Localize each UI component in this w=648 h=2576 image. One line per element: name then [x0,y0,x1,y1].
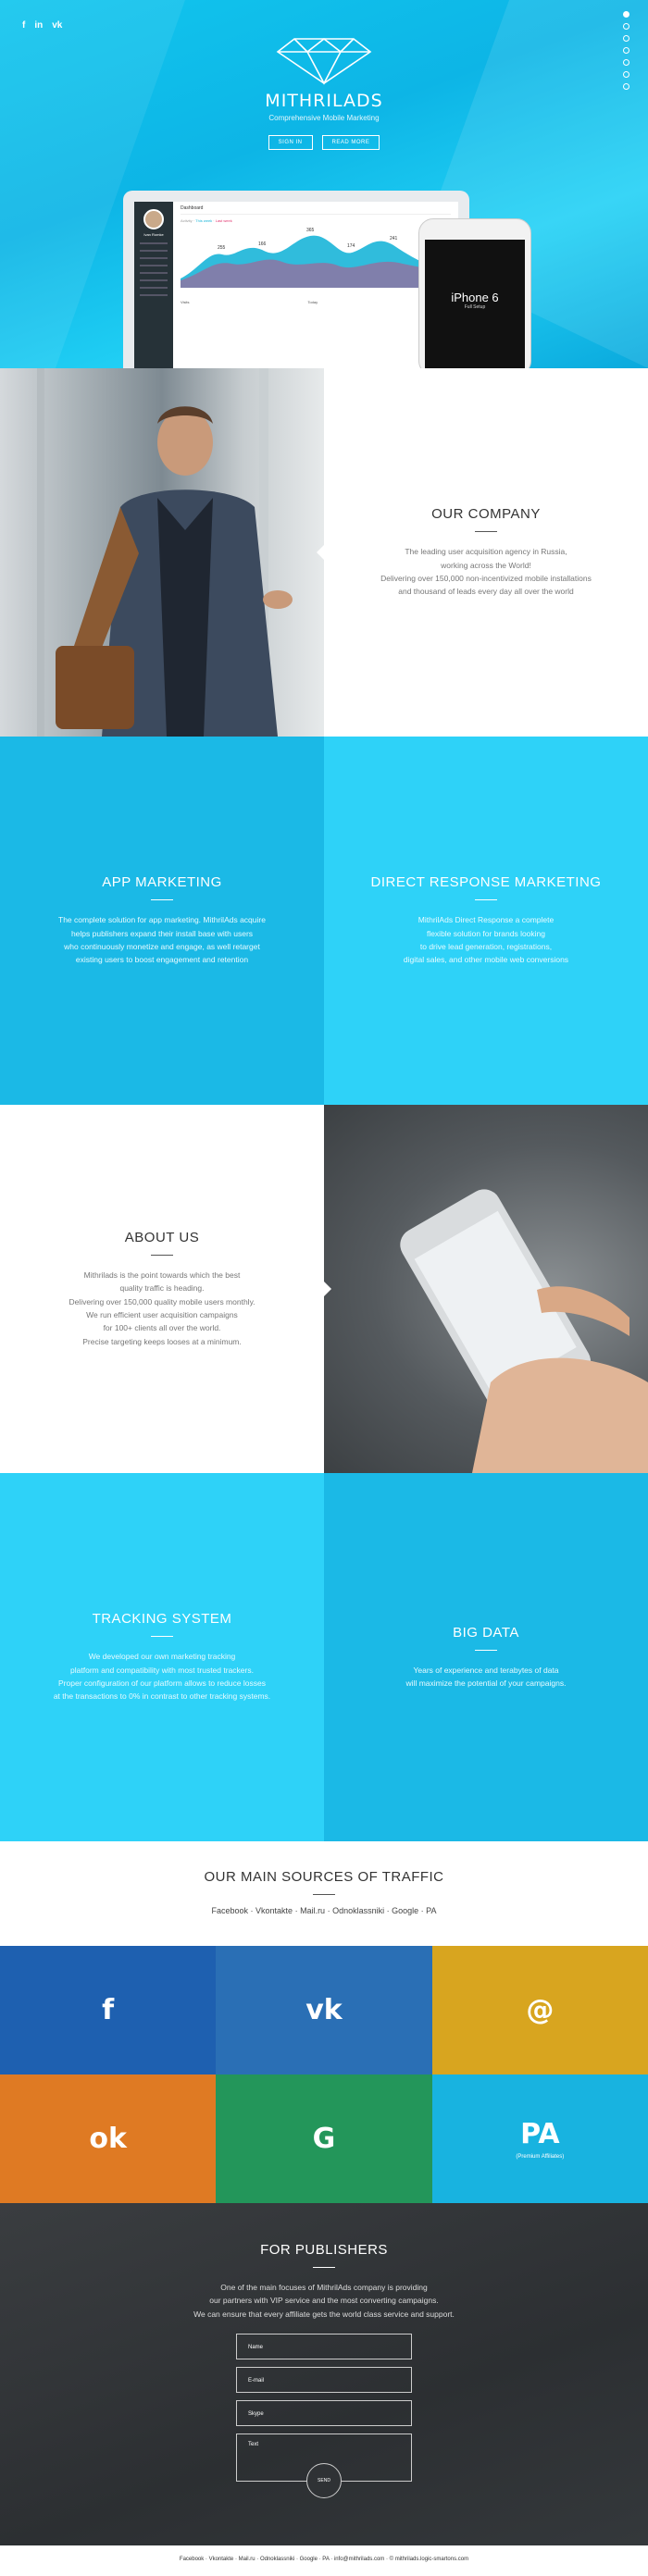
traffic-links: Facebook · Vkontakte · Mail.ru · Odnokla… [211,1906,437,1915]
chart-point-label: 255 [218,245,226,251]
tracking-description: We developed our own marketing tracking p… [53,1652,271,1702]
hand-phone-illustration [400,1189,648,1473]
pa-caption: (Premium Affiliates) [516,2154,565,2160]
link-pa[interactable]: PA [426,1906,436,1915]
tracking-block: TRACKING SYSTEM We developed our own mar… [0,1473,324,1841]
facebook-icon: f [102,1994,115,2026]
traffic-section: OUR MAIN SOURCES OF TRAFFIC Facebook · V… [0,1841,648,1946]
divider [475,899,497,901]
avatar [143,209,164,229]
traffic-tiles: f vk @ ok G PA (Premium Affiliates) [0,1946,648,2203]
at-sign-icon: @ [526,1994,555,2026]
dashboard-title: Dashboard [181,205,451,215]
tile-pa[interactable]: PA (Premium Affiliates) [431,2074,648,2203]
publishers-description: One of the main focuses of MithrilAds co… [193,2283,455,2319]
social-links: f in vk [22,20,62,31]
publisher-form: Name E-mail Skype Text SEND [236,2334,412,2499]
odnoklassniki-icon: ok [89,2123,127,2155]
chart-point-label: 174 [347,243,355,249]
diamond-logo-icon [276,37,372,85]
chart-point-label: 241 [390,236,398,242]
phone-mockup: iPhone 6 Full Setup [418,218,531,368]
tile-facebook[interactable]: f [0,1946,217,2074]
divider [151,899,173,901]
phone-sub: Full Setup [464,304,486,310]
about-section: ABOUT US Mithrilads is the point towards… [0,1105,648,1473]
pa-icon: PA [520,2118,560,2150]
chart-point-label: 365 [306,228,315,233]
linkedin-icon[interactable]: in [34,20,43,31]
about-title: ABOUT US [124,1229,200,1245]
direct-response-description: MithrilAds Direct Response a complete fle… [403,915,569,965]
direct-response-block: DIRECT RESPONSE MARKETING MithrilAds Dir… [324,737,648,1105]
vk-icon[interactable]: vk [52,20,62,31]
bigdata-title: BIG DATA [453,1624,519,1641]
facebook-icon[interactable]: f [22,20,25,31]
hero-section: f in vk MITHRILADS Comprehensive Mobile … [0,0,648,368]
link-facebook[interactable]: Facebook [212,1906,249,1915]
link-google[interactable]: Google [392,1906,418,1915]
about-text: ABOUT US Mithrilads is the point towards… [0,1105,324,1473]
about-description: Mithrilads is the point towards which th… [69,1269,255,1346]
today-button[interactable]: Today [307,300,318,304]
dashboard-sidebar: Ivan Romke [134,202,173,368]
divider [313,1894,335,1895]
tile-vkontakte[interactable]: vk [216,1946,432,2074]
traffic-title: OUR MAIN SOURCES OF TRAFFIC [204,1869,444,1885]
tile-google[interactable]: G [216,2074,432,2203]
hand-phone-photo [324,1105,648,1473]
company-title: OUR COMPANY [431,506,541,523]
company-description: The leading user acquisition agency in R… [380,547,592,597]
nav-dot[interactable] [623,11,629,18]
name-field[interactable]: Name [236,2334,412,2360]
direct-response-title: DIRECT RESPONSE MARKETING [370,874,602,891]
bigdata-block: BIG DATA Years of experience and terabyt… [324,1473,648,1841]
man-illustration [37,368,293,737]
send-button[interactable]: SEND [306,2463,342,2499]
phone-model: iPhone 6 [451,291,499,304]
user-name: Ivan Romke [143,232,164,237]
marketing-section: APP MARKETING The complete solution for … [0,737,648,1105]
divider [475,1649,497,1651]
tile-mailru[interactable]: @ [431,1946,648,2074]
tracking-section: TRACKING SYSTEM We developed our own mar… [0,1473,648,1841]
chart-point-label: 166 [258,242,267,247]
link-vkontakte[interactable]: Vkontakte [255,1906,293,1915]
activity-chart: 255 166 365 174 241 [181,228,430,288]
app-marketing-block: APP MARKETING The complete solution for … [0,737,324,1105]
company-text: OUR COMPANY The leading user acquisition… [324,368,648,737]
divider [475,531,497,533]
laptop-mockup: Ivan Romke Dashboard Activity · This wee… [123,191,469,368]
read-more-button[interactable]: READ MORE [321,135,380,150]
publishers-section: FOR PUBLISHERS One of the main focuses o… [0,2203,648,2545]
footer: Facebook · Vkontakte · Mail.ru · Odnokla… [0,2545,648,2573]
google-icon: G [312,2123,336,2155]
vk-icon: vk [305,1994,343,2026]
bigdata-description: Years of experience and terabytes of dat… [405,1665,567,1688]
link-mailru[interactable]: Mail.ru [300,1906,325,1915]
divider [313,2267,335,2268]
email-field[interactable]: E-mail [236,2367,412,2394]
visits-label: Visits [181,300,190,304]
divider [151,1254,173,1256]
nav-dot[interactable] [623,23,629,30]
brand-name: MITHRILADS [265,91,383,111]
publishers-title: FOR PUBLISHERS [260,2242,388,2258]
tile-odnoklassniki[interactable]: ok [0,2074,217,2203]
tagline: Comprehensive Mobile Marketing [268,114,380,122]
app-marketing-description: The complete solution for app marketing.… [58,915,266,965]
tracking-title: TRACKING SYSTEM [92,1611,232,1628]
logo-block: MITHRILADS Comprehensive Mobile Marketin… [0,37,648,150]
man-photo [0,368,324,737]
app-marketing-title: APP MARKETING [102,874,222,891]
link-odnoklassniki[interactable]: Odnoklassniki [332,1906,384,1915]
company-section: OUR COMPANY The leading user acquisition… [0,368,648,737]
divider [151,1636,173,1638]
skype-field[interactable]: Skype [236,2400,412,2427]
sign-in-button[interactable]: SIGN IN [268,135,313,150]
